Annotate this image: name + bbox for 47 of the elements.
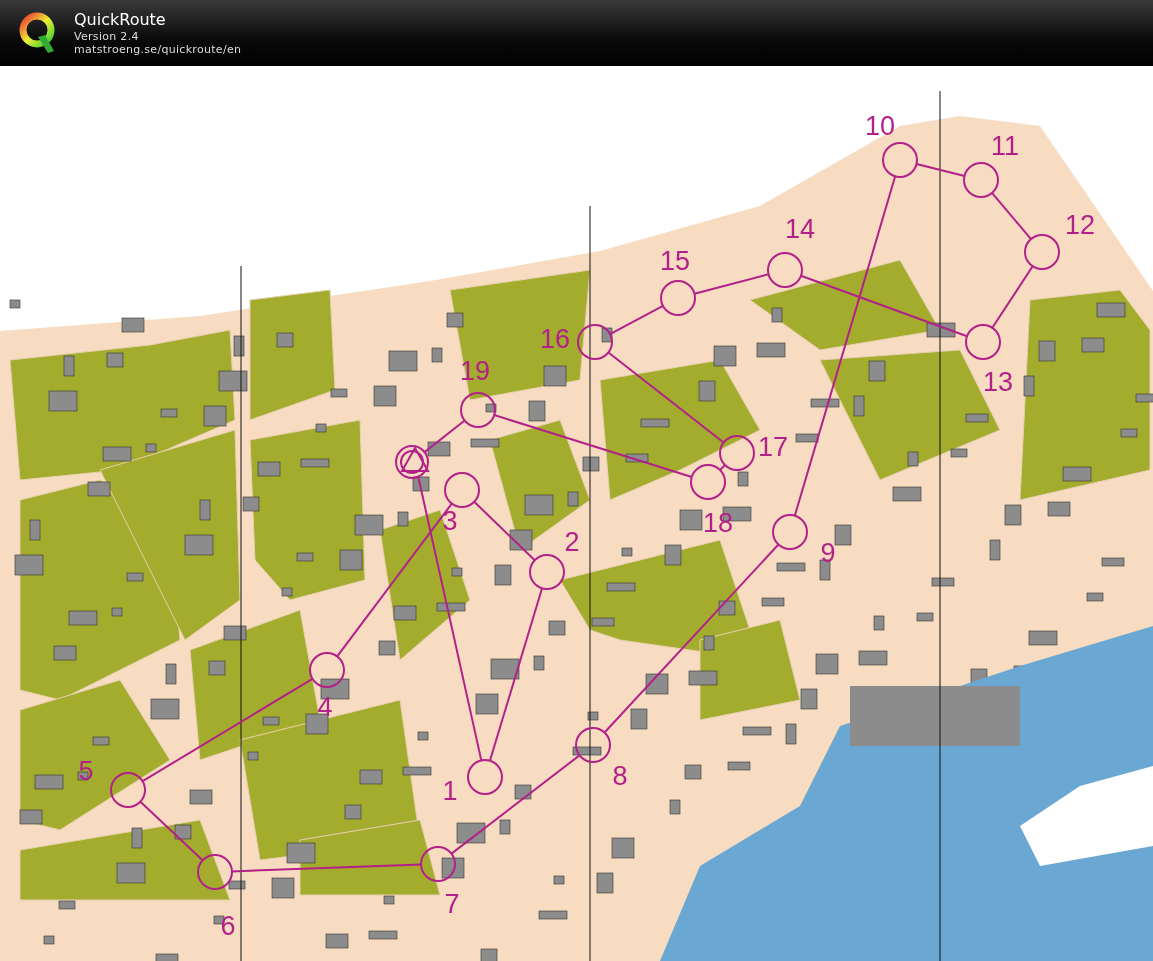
control-circle <box>1024 234 1060 270</box>
finish-circle <box>395 445 429 479</box>
logo-icon <box>18 11 56 55</box>
control-number: 7 <box>444 889 460 919</box>
course-leg <box>423 419 466 454</box>
control-circle <box>529 554 565 590</box>
course-leg <box>139 800 204 862</box>
control-circle <box>882 142 918 178</box>
control-circle <box>719 435 755 471</box>
control-number: 15 <box>660 246 690 276</box>
control-number: 2 <box>564 527 580 557</box>
control-number: 18 <box>703 508 733 538</box>
control-number: 10 <box>865 111 895 141</box>
control-circle <box>965 324 1001 360</box>
app-version: Version 2.4 <box>74 30 140 43</box>
control-circle <box>444 472 480 508</box>
control-circle <box>575 727 611 763</box>
control-circle <box>772 514 808 550</box>
control-circle <box>660 280 696 316</box>
control-number: 1 <box>442 776 458 806</box>
control-circle <box>460 392 496 428</box>
control-number: 17 <box>758 432 788 462</box>
start-triangle <box>400 445 430 472</box>
control-circle <box>309 652 345 688</box>
control-number: 12 <box>1065 210 1095 240</box>
control-circle <box>110 772 146 808</box>
control-circle <box>963 162 999 198</box>
control-number: 14 <box>785 214 815 244</box>
control-number: 16 <box>540 324 570 354</box>
control-circle <box>467 759 503 795</box>
course-leg <box>719 464 726 471</box>
control-number: 8 <box>612 761 628 791</box>
control-circle <box>197 854 233 890</box>
control-circle <box>420 846 456 882</box>
control-circle <box>690 464 726 500</box>
control-number: 6 <box>220 911 236 941</box>
app-url: matstroeng.se/quickroute/en <box>74 43 242 56</box>
course-leg <box>915 163 966 177</box>
control-number: 3 <box>442 506 458 536</box>
course-leg <box>991 191 1032 241</box>
course-leg <box>991 265 1034 329</box>
control-circle <box>767 252 803 288</box>
control-circle <box>577 324 613 360</box>
control-number: 11 <box>991 131 1019 161</box>
app-name: QuickRoute <box>74 10 167 30</box>
course-leg <box>609 304 664 336</box>
control-number: 13 <box>983 367 1013 397</box>
